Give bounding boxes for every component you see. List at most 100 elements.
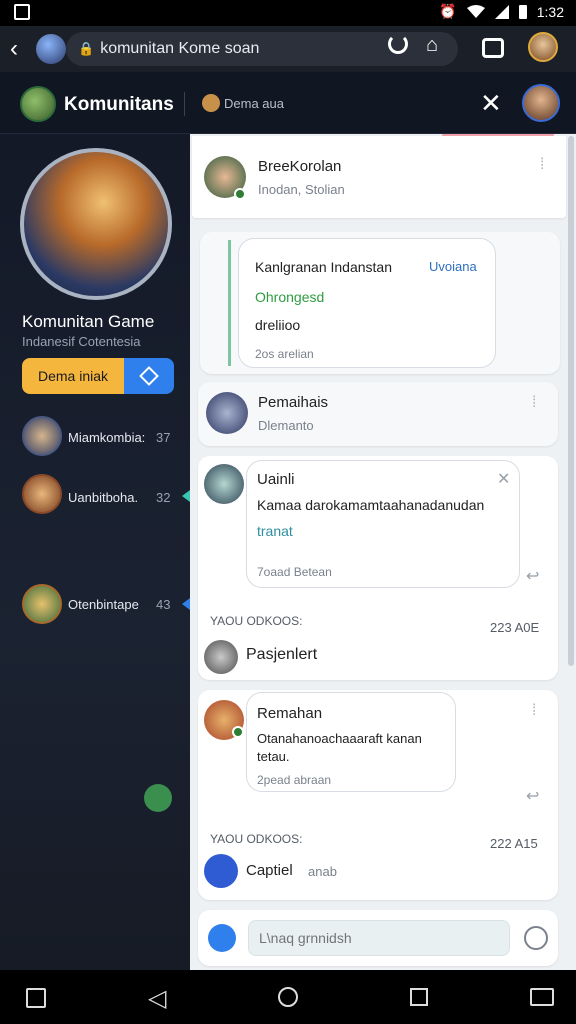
battery-icon: [518, 4, 527, 19]
status-icons: ⏰ 1:32: [439, 3, 564, 20]
message-bubble-1[interactable]: Kanlgranan Indanstan Uvoiana Ohrongesd d…: [238, 238, 496, 368]
chat-pill-avatar: [202, 94, 220, 112]
section2-label: YAOU ODKOOS:: [210, 832, 303, 846]
message-bubble-3[interactable]: Remahan Otanahanoachaaaraft kanan tetau.…: [246, 692, 456, 792]
section2-time: 222 A15: [490, 836, 538, 851]
post3-footer: 2pead abraan: [257, 773, 332, 787]
message2-text2: tranat: [257, 523, 293, 539]
community-title: Komunitans: [64, 94, 174, 115]
reply1-text[interactable]: Pasjenlert: [246, 646, 317, 664]
url-text: komunitan Kome soan: [100, 40, 260, 57]
group-avatar[interactable]: [20, 148, 172, 300]
join-button-label: Dema iniak: [37, 368, 109, 384]
post-avatar-2[interactable]: [206, 392, 248, 434]
message2-text: Kamaa darokamamtaahanadanudan: [257, 497, 485, 513]
back-icon[interactable]: ◁: [148, 984, 166, 1013]
home-icon[interactable]: ⌂: [426, 34, 438, 57]
message2-avatar[interactable]: [204, 464, 244, 504]
online-dot: [232, 726, 244, 738]
keyboard-icon[interactable]: [530, 988, 554, 1006]
message1-footer: 2os arelian: [255, 347, 314, 361]
status-bar: ⏰ 1:32: [0, 0, 576, 26]
message-input[interactable]: [248, 920, 510, 956]
sidebar: Komunitan Game Indanesif Cotentesia Dema…: [0, 134, 190, 970]
member-avatar-3[interactable]: [22, 584, 62, 624]
screenshot-icon: [14, 4, 30, 20]
community-avatar[interactable]: [20, 86, 56, 122]
alarm-icon: ⏰: [439, 3, 457, 19]
member-indicator-2: [182, 490, 190, 502]
lock-icon: 🔒: [78, 41, 95, 56]
member-indicator-3: [182, 598, 190, 610]
member-avatar-1[interactable]: [22, 416, 62, 456]
post-card-2[interactable]: Pemaihais Dlemanto ⁞: [198, 382, 558, 446]
scrollbar[interactable]: [568, 136, 574, 666]
reply2-sub: anab: [308, 864, 337, 879]
recents-icon[interactable]: [410, 988, 428, 1006]
message-card-2: Uainli ✕ Kamaa darokamamtaahanadanudan t…: [198, 456, 558, 680]
signal-icon: [494, 4, 509, 19]
message2-author: Uainli: [257, 471, 295, 488]
header-divider: [184, 92, 185, 116]
chat-pill-name[interactable]: Dema aua: [224, 96, 284, 111]
community-header: Komunitans Dema aua ✕: [0, 72, 576, 134]
post-sub-1: Inodan, Stolian: [258, 182, 345, 197]
join-button[interactable]: Dema iniak: [22, 358, 124, 394]
reply2-avatar[interactable]: [204, 854, 238, 888]
reply1-avatar[interactable]: [204, 640, 238, 674]
diamond-icon: [139, 366, 159, 386]
back-icon[interactable]: ‹: [10, 35, 18, 63]
reply-icon[interactable]: ↩: [526, 566, 539, 586]
post3-text: Otanahanoachaaaraft kanan: [257, 731, 422, 746]
message1-line3: dreliioo: [255, 317, 301, 333]
message1-line1: Kanlgranan Indanstan: [255, 259, 392, 275]
close-icon[interactable]: ✕: [480, 88, 502, 119]
message2-footer: 7oaad Betean: [257, 565, 332, 579]
post-card-1[interactable]: BreeKorolan Inodan, Stolian ⁞: [192, 136, 566, 218]
more-icon[interactable]: ⁞: [532, 394, 536, 412]
share-button[interactable]: [124, 358, 174, 394]
member-name-3[interactable]: Otenbintape: [68, 597, 139, 612]
tabs-icon[interactable]: [482, 38, 504, 58]
message-card-1: Kanlgranan Indanstan Uvoiana Ohrongesd d…: [200, 232, 560, 374]
reply-icon[interactable]: ↩: [526, 786, 539, 806]
composer: [198, 910, 558, 966]
post-author-2[interactable]: Pemaihais: [258, 394, 328, 411]
feed: BreeKorolan Inodan, Stolian ⁞ Kanlgranan…: [190, 134, 576, 970]
section1-time: 223 A0E: [490, 620, 540, 635]
member-count-3: 43: [156, 597, 171, 612]
message1-tag: Uvoiana: [429, 259, 477, 274]
member-count-1: 37: [156, 430, 171, 445]
emoji-icon[interactable]: [524, 926, 548, 950]
reload-icon[interactable]: [388, 34, 408, 54]
post3-text2: tetau.: [257, 749, 290, 764]
reply2-text[interactable]: Captiel: [246, 862, 293, 879]
more-icon[interactable]: ⁞: [532, 702, 536, 720]
member-name-1[interactable]: Miamkombia:: [68, 430, 145, 445]
status-time: 1:32: [536, 3, 564, 20]
member-name-2[interactable]: Uanbitboha.: [68, 490, 138, 505]
profile-avatar-small[interactable]: [36, 34, 66, 64]
message-bubble-2[interactable]: Uainli ✕ Kamaa darokamamtaahanadanudan t…: [246, 460, 520, 588]
home-icon[interactable]: [278, 987, 298, 1007]
close-icon[interactable]: ✕: [497, 469, 510, 489]
more-icon[interactable]: ⁞: [540, 156, 544, 174]
floating-action-icon[interactable]: [144, 784, 172, 812]
group-name: Komunitan Game: [22, 312, 155, 331]
message1-line2: Ohrongesd: [255, 289, 325, 305]
post-author-1[interactable]: BreeKorolan: [258, 158, 341, 175]
post-card-3: Remahan Otanahanoachaaaraft kanan tetau.…: [198, 690, 558, 900]
member-avatar-2[interactable]: [22, 474, 62, 514]
attach-icon[interactable]: [208, 924, 236, 952]
menu-icon[interactable]: [26, 988, 46, 1008]
quote-bar: [228, 240, 231, 366]
account-avatar[interactable]: [528, 32, 558, 62]
group-subtitle: Indanesif Cotentesia: [22, 334, 141, 349]
system-nav-bar: ◁: [0, 970, 576, 1024]
wifi-icon: [466, 4, 485, 18]
browser-bar: ‹ 🔒 komunitan Kome soan ⌂: [0, 26, 576, 72]
member-count-2: 32: [156, 490, 171, 505]
post3-author: Remahan: [257, 705, 323, 722]
online-dot: [234, 188, 246, 200]
user-avatar[interactable]: [522, 84, 560, 122]
